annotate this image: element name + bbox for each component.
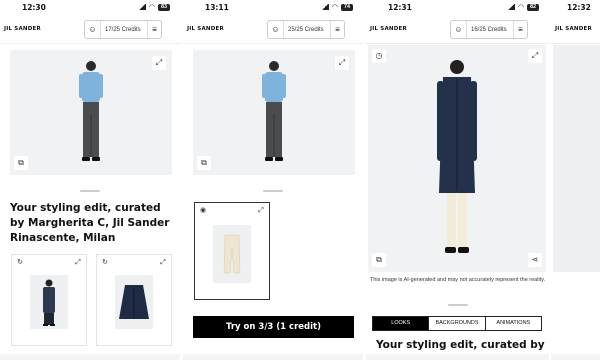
system-icons: ◠ 82 [506,3,539,11]
expand-icon[interactable]: ⤢ [73,258,83,268]
expand-icon[interactable]: ⤢ [256,206,266,216]
credits-counter: 17/25 Credits [105,26,141,33]
tab-animations[interactable]: ANIMATIONS [484,317,541,330]
jacket-product-image [119,285,149,319]
battery-icon: 83 [158,3,170,11]
styling-title: Your styling edit, curated by Margherita… [10,202,170,244]
battery-icon: 74 [341,3,353,11]
status-time: 12:32 [567,3,591,12]
app-header: JIL SANDER [551,14,600,44]
tab-bar: LOOKS BACKGROUNDS ANIMATIONS [372,316,542,331]
trousers-product-image [223,234,241,274]
status-bar: 12:32 [551,0,600,14]
bottom-nav [183,354,363,360]
status-bar: 12:31 ◠ 82 [366,0,549,14]
menu-icon[interactable]: ≡ [513,21,527,38]
bottom-nav [551,354,600,360]
credits-widget[interactable]: ☺ 17/25 Credits ≡ [84,20,162,39]
look-thumbnail [30,275,68,329]
expand-icon[interactable]: ⤢ [158,258,168,268]
selected-product-tile[interactable]: ◉ ⤢ [194,202,270,300]
generated-look-image-large: ◷ ⤢ ⧉ ⋖ [368,45,546,272]
app-header: JIL SANDER ☺ 25/25 Credits ≡ [183,14,363,44]
signal-icon [137,4,146,10]
bot-icon[interactable]: ☺ [85,21,101,38]
wifi-icon: ◠ [148,4,155,11]
refresh-icon[interactable]: ↻ [15,258,25,268]
screen-1: 12:30 ◠ 83 JIL SANDER ☺ 17/25 Credits ≡ … [0,0,180,360]
look-tile-coat[interactable]: ↻ ⤢ [11,254,87,346]
credits-widget[interactable]: ☺ 25/25 Credits ≡ [267,20,345,39]
app-header: JIL SANDER ☺ 17/25 Credits ≡ [0,14,180,44]
status-time: 12:30 [22,3,46,12]
brand-logo[interactable]: JIL SANDER [370,26,407,32]
model-figure [262,61,286,161]
trousers-thumbnail [213,225,251,283]
wifi-icon: ◠ [331,4,338,11]
credits-widget[interactable]: ☺ 16/25 Credits ≡ [450,20,528,39]
edit-icon[interactable]: ⧉ [372,253,386,267]
generated-look-image: ⤢ ⧉ [193,50,355,175]
sheet-handle[interactable] [448,304,468,306]
jacket-thumbnail [115,275,153,329]
battery-icon: 82 [527,3,539,11]
generated-look-image [553,45,600,272]
menu-icon[interactable]: ≡ [147,21,161,38]
tab-looks[interactable]: LOOKS [373,317,429,330]
model-figure [79,61,103,161]
screen-2: 13:11 ◠ 74 JIL SANDER ☺ 25/25 Credits ≡ … [183,0,363,360]
credits-counter: 16/25 Credits [471,26,507,33]
system-icons: ◠ 83 [137,3,170,11]
screen-4: 12:32 JIL SANDER [551,0,600,360]
sheet-handle[interactable] [80,190,100,192]
expand-icon[interactable]: ⤢ [152,56,166,70]
coat-model-figure [437,60,477,253]
look-tile-jacket[interactable]: ↻ ⤢ [96,254,172,346]
brand-logo[interactable]: JIL SANDER [4,26,41,32]
history-icon[interactable]: ◷ [372,49,386,63]
wifi-icon: ◠ [517,4,524,11]
menu-icon[interactable]: ≡ [330,21,344,38]
brand-logo[interactable]: JIL SANDER [555,26,592,32]
credits-counter: 25/25 Credits [288,26,324,33]
refresh-icon[interactable]: ↻ [100,258,110,268]
styling-title: Your styling edit, curated by [376,339,545,351]
bottom-nav [366,354,549,360]
system-icons: ◠ 74 [320,3,353,11]
expand-icon[interactable]: ⤢ [335,56,349,70]
ai-disclaimer: This image is AI-generated and may not a… [370,277,546,283]
screen-3: 12:31 ◠ 82 JIL SANDER ☺ 16/25 Credits ≡ … [366,0,549,360]
share-icon[interactable]: ⋖ [528,253,542,267]
status-time: 12:31 [388,3,412,12]
tab-backgrounds[interactable]: BACKGROUNDS [428,317,484,330]
edit-icon[interactable]: ⧉ [197,156,211,170]
status-time: 13:11 [205,3,229,12]
signal-icon [320,4,329,10]
expand-icon[interactable]: ⤢ [528,49,542,63]
generated-look-image: ⤢ ⧉ [10,50,172,175]
visibility-icon[interactable]: ◉ [198,206,208,216]
coat-model-figure [43,279,55,326]
edit-icon[interactable]: ⧉ [14,156,28,170]
bottom-nav [0,354,180,360]
bot-icon[interactable]: ☺ [451,21,467,38]
signal-icon [506,4,515,10]
status-bar: 13:11 ◠ 74 [183,0,363,14]
app-header: JIL SANDER ☺ 16/25 Credits ≡ [366,14,549,44]
try-on-button[interactable]: Try on 3/3 (1 credit) [193,316,354,338]
sheet-handle[interactable] [263,190,283,192]
brand-logo[interactable]: JIL SANDER [187,26,224,32]
bot-icon[interactable]: ☺ [268,21,284,38]
status-bar: 12:30 ◠ 83 [0,0,180,14]
